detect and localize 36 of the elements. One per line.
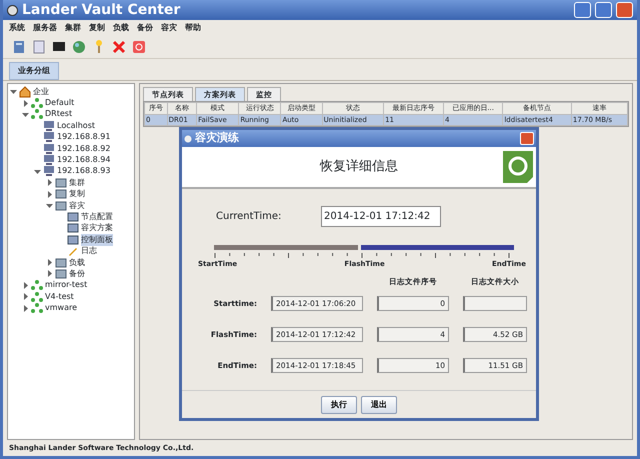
dialog-title: 容灾演练 bbox=[195, 130, 240, 146]
tree-item[interactable]: 企业 bbox=[33, 86, 49, 98]
dialog-button[interactable]: 退出 bbox=[361, 396, 397, 414]
window-title: Lander Vault Center bbox=[22, 0, 182, 20]
tree-item[interactable]: Default bbox=[45, 97, 74, 110]
tree-item[interactable]: 复制 bbox=[69, 188, 85, 200]
tree-item[interactable]: 容灾方案 bbox=[81, 222, 113, 234]
menu-item[interactable]: 备份 bbox=[137, 22, 153, 34]
dialog-header: 恢复详细信息 bbox=[320, 158, 398, 176]
menu-item[interactable]: 帮助 bbox=[185, 22, 201, 34]
dialog-button[interactable]: 执行 bbox=[321, 396, 357, 414]
tree-item[interactable]: 负载 bbox=[69, 256, 85, 269]
tree-item[interactable]: 控制面板 bbox=[81, 234, 113, 246]
tree-item[interactable]: 备份 bbox=[69, 268, 85, 280]
tree-item[interactable]: 日志 bbox=[81, 245, 97, 258]
field-label: CurrentTime: bbox=[216, 210, 282, 224]
input-field[interactable]: 2014-12-01 17:12:42 bbox=[321, 206, 441, 227]
menu-item[interactable]: 复制 bbox=[89, 22, 105, 34]
tree-item[interactable]: V4-test bbox=[45, 290, 74, 303]
menu-item[interactable]: 负载 bbox=[113, 22, 129, 34]
tree-item[interactable]: 容灾 bbox=[69, 200, 85, 212]
tree-item[interactable]: 节点配置 bbox=[81, 211, 113, 223]
menu-item[interactable]: 系统 bbox=[9, 22, 25, 34]
tree-item[interactable]: 192.168.8.94 bbox=[57, 154, 110, 166]
menu-item[interactable]: 容灾 bbox=[161, 22, 177, 34]
tree-item[interactable]: Localhost bbox=[57, 120, 96, 132]
tab[interactable]: 业务分组 bbox=[9, 62, 59, 80]
tree-item[interactable]: DRtest bbox=[45, 108, 72, 120]
tree-item[interactable]: 192.168.8.91 bbox=[57, 131, 110, 144]
tree-item[interactable]: 192.168.8.92 bbox=[57, 142, 110, 155]
menu-item[interactable]: 集群 bbox=[65, 22, 81, 34]
tree-item[interactable]: 192.168.8.93 bbox=[57, 165, 110, 178]
tree-item[interactable]: vmware bbox=[45, 302, 78, 314]
menu-item[interactable]: 服务器 bbox=[33, 22, 57, 34]
tree-item[interactable]: 集群 bbox=[69, 176, 85, 189]
tree-item[interactable]: mirror-test bbox=[45, 279, 88, 292]
